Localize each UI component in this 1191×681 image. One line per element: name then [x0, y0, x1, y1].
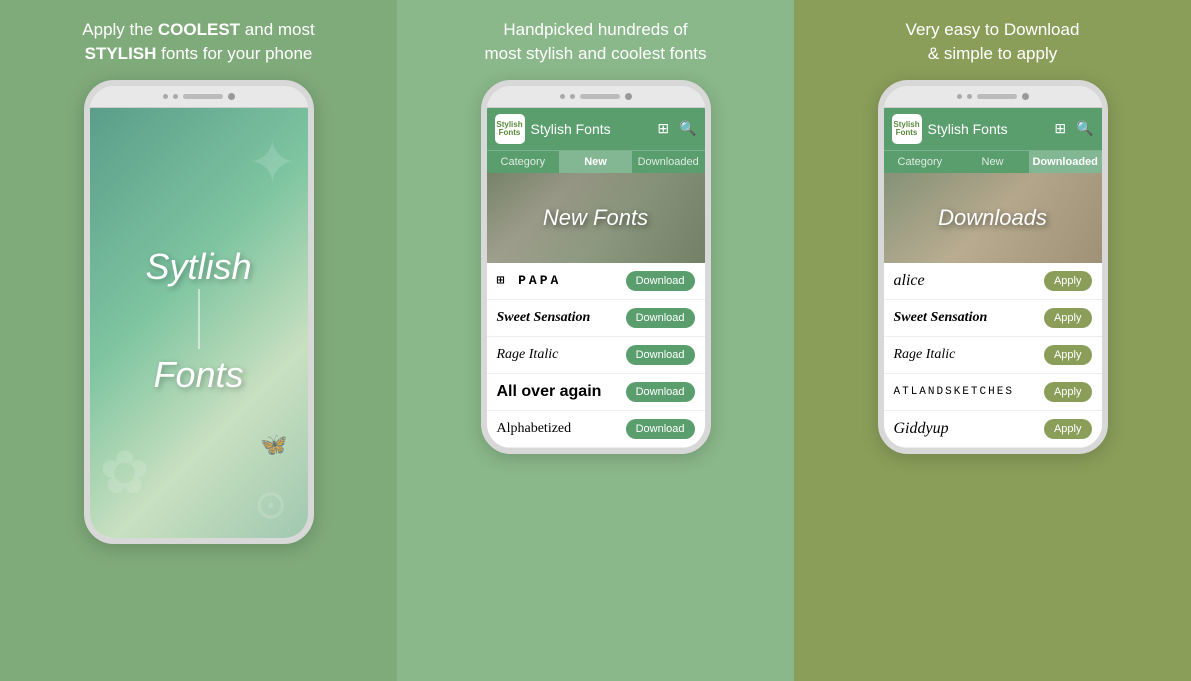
- search-icon-3[interactable]: 🔍: [1076, 120, 1093, 137]
- phone-speaker: [183, 94, 223, 99]
- font-item-sweet: Sweet Sensation Download: [487, 300, 705, 337]
- phone-top-bar-3: [884, 86, 1102, 108]
- search-icon[interactable]: 🔍: [679, 120, 696, 137]
- phone-1: ✦ ✿ ⊙ 🦋 Sytlish Fonts: [84, 80, 314, 544]
- panel-splash: Apply the COOLEST and mostSTYLISH fonts …: [0, 0, 397, 681]
- phone-dot: [560, 94, 565, 99]
- phone-dot: [967, 94, 972, 99]
- phone-camera: [228, 93, 235, 100]
- apply-button-alice[interactable]: Apply: [1044, 271, 1092, 291]
- font-name-alphabetized: Alphabetized: [497, 421, 626, 437]
- download-button-alpha[interactable]: Download: [626, 419, 695, 439]
- phone-2: StylishFonts Stylish Fonts ⊞ 🔍 Category …: [481, 80, 711, 454]
- font-name-sweet-dl: Sweet Sensation: [894, 310, 1044, 326]
- phone-speaker: [977, 94, 1017, 99]
- butterfly-icon: 🦋: [260, 432, 287, 458]
- font-name-rage-dl: Rage Italic: [894, 347, 1044, 363]
- font-item-papa: ⊞ PAPA Download: [487, 263, 705, 300]
- font-item-rage-dl: Rage Italic Apply: [884, 337, 1102, 374]
- app-tabs-3: Category New Downloaded: [884, 150, 1102, 173]
- phone-top-bar: [90, 86, 308, 108]
- panel-2-tagline: Handpicked hundreds ofmost stylish and c…: [484, 18, 706, 66]
- banner-new-fonts: New Fonts: [487, 173, 705, 263]
- tab-new-3[interactable]: New: [956, 151, 1029, 173]
- font-item-allover: All over again Download: [487, 374, 705, 411]
- deco-circle-3: ⊙: [254, 482, 288, 528]
- phone-dot: [173, 94, 178, 99]
- phone-camera: [1022, 93, 1029, 100]
- app-logo-2: StylishFonts: [495, 114, 525, 144]
- splash-title: Sytlish Fonts: [145, 249, 251, 396]
- font-name-all-over: All over again: [497, 383, 626, 401]
- window-icon-3[interactable]: ⊞: [1054, 120, 1066, 137]
- download-button-rage[interactable]: Download: [626, 345, 695, 365]
- phone-camera: [625, 93, 632, 100]
- apply-button-giddy[interactable]: Apply: [1044, 419, 1092, 439]
- download-button-sweet[interactable]: Download: [626, 308, 695, 328]
- deco-circle-1: ✦: [247, 128, 297, 198]
- apply-button-sweet[interactable]: Apply: [1044, 308, 1092, 328]
- apply-button-atlas[interactable]: Apply: [1044, 382, 1092, 402]
- font-item-sweet-dl: Sweet Sensation Apply: [884, 300, 1102, 337]
- app-screen-3: StylishFonts Stylish Fonts ⊞ 🔍 Category …: [884, 108, 1102, 448]
- splash-title-line2: Fonts: [145, 353, 251, 396]
- download-button-papa[interactable]: Download: [626, 271, 695, 291]
- panel-downloads: Very easy to Download& simple to apply S…: [794, 0, 1191, 681]
- tab-category-2[interactable]: Category: [487, 151, 560, 173]
- banner-title: New Fonts: [543, 205, 648, 231]
- font-name-papa: ⊞ PAPA: [497, 273, 626, 288]
- banner-downloads: Downloads: [884, 173, 1102, 263]
- phone-3: StylishFonts Stylish Fonts ⊞ 🔍 Category …: [878, 80, 1108, 454]
- splash-title-line1: Sytlish: [145, 249, 251, 285]
- phone-dot: [957, 94, 962, 99]
- deco-circle-2: ✿: [100, 438, 150, 508]
- font-name-sweet-sensation: Sweet Sensation: [497, 310, 626, 326]
- phone-top-bar-2: [487, 86, 705, 108]
- splash-screen: ✦ ✿ ⊙ 🦋 Sytlish Fonts: [90, 108, 308, 538]
- phone-dot: [163, 94, 168, 99]
- font-item-atlas: ATLANDSKETCHES Apply: [884, 374, 1102, 411]
- font-name-atlas-label: ATLANDSKETCHES: [894, 386, 1044, 398]
- panel-3-tagline: Very easy to Download& simple to apply: [906, 18, 1080, 66]
- font-item-alpha: Alphabetized Download: [487, 411, 705, 448]
- app-header-3: StylishFonts Stylish Fonts ⊞ 🔍: [884, 108, 1102, 150]
- font-name-alice-label: alice: [894, 272, 1044, 290]
- font-item-rage: Rage Italic Download: [487, 337, 705, 374]
- phone-speaker: [580, 94, 620, 99]
- app-tabs-2: Category New Downloaded: [487, 150, 705, 173]
- app-logo-3: StylishFonts: [892, 114, 922, 144]
- window-icon[interactable]: ⊞: [657, 120, 669, 137]
- app-screen-2: StylishFonts Stylish Fonts ⊞ 🔍 Category …: [487, 108, 705, 448]
- download-button-allover[interactable]: Download: [626, 382, 695, 402]
- app-header-2: StylishFonts Stylish Fonts ⊞ 🔍: [487, 108, 705, 150]
- panel-new-fonts: Handpicked hundreds ofmost stylish and c…: [397, 0, 794, 681]
- panel-1-tagline: Apply the COOLEST and mostSTYLISH fonts …: [82, 18, 314, 66]
- banner-title-3: Downloads: [938, 205, 1047, 231]
- apply-button-rage[interactable]: Apply: [1044, 345, 1092, 365]
- phone-dot: [570, 94, 575, 99]
- tab-downloaded-3[interactable]: Downloaded: [1029, 151, 1102, 173]
- tab-category-3[interactable]: Category: [884, 151, 957, 173]
- app-title-2: Stylish Fonts: [531, 121, 648, 137]
- app-title-3: Stylish Fonts: [928, 121, 1045, 137]
- font-name-rage-italic: Rage Italic: [497, 347, 626, 363]
- font-item-giddy: Giddyup Apply: [884, 411, 1102, 448]
- tab-new-2[interactable]: New: [559, 151, 632, 173]
- font-item-alice: alice Apply: [884, 263, 1102, 300]
- font-name-giddy-label: Giddyup: [894, 420, 1044, 438]
- tab-downloaded-2[interactable]: Downloaded: [632, 151, 705, 173]
